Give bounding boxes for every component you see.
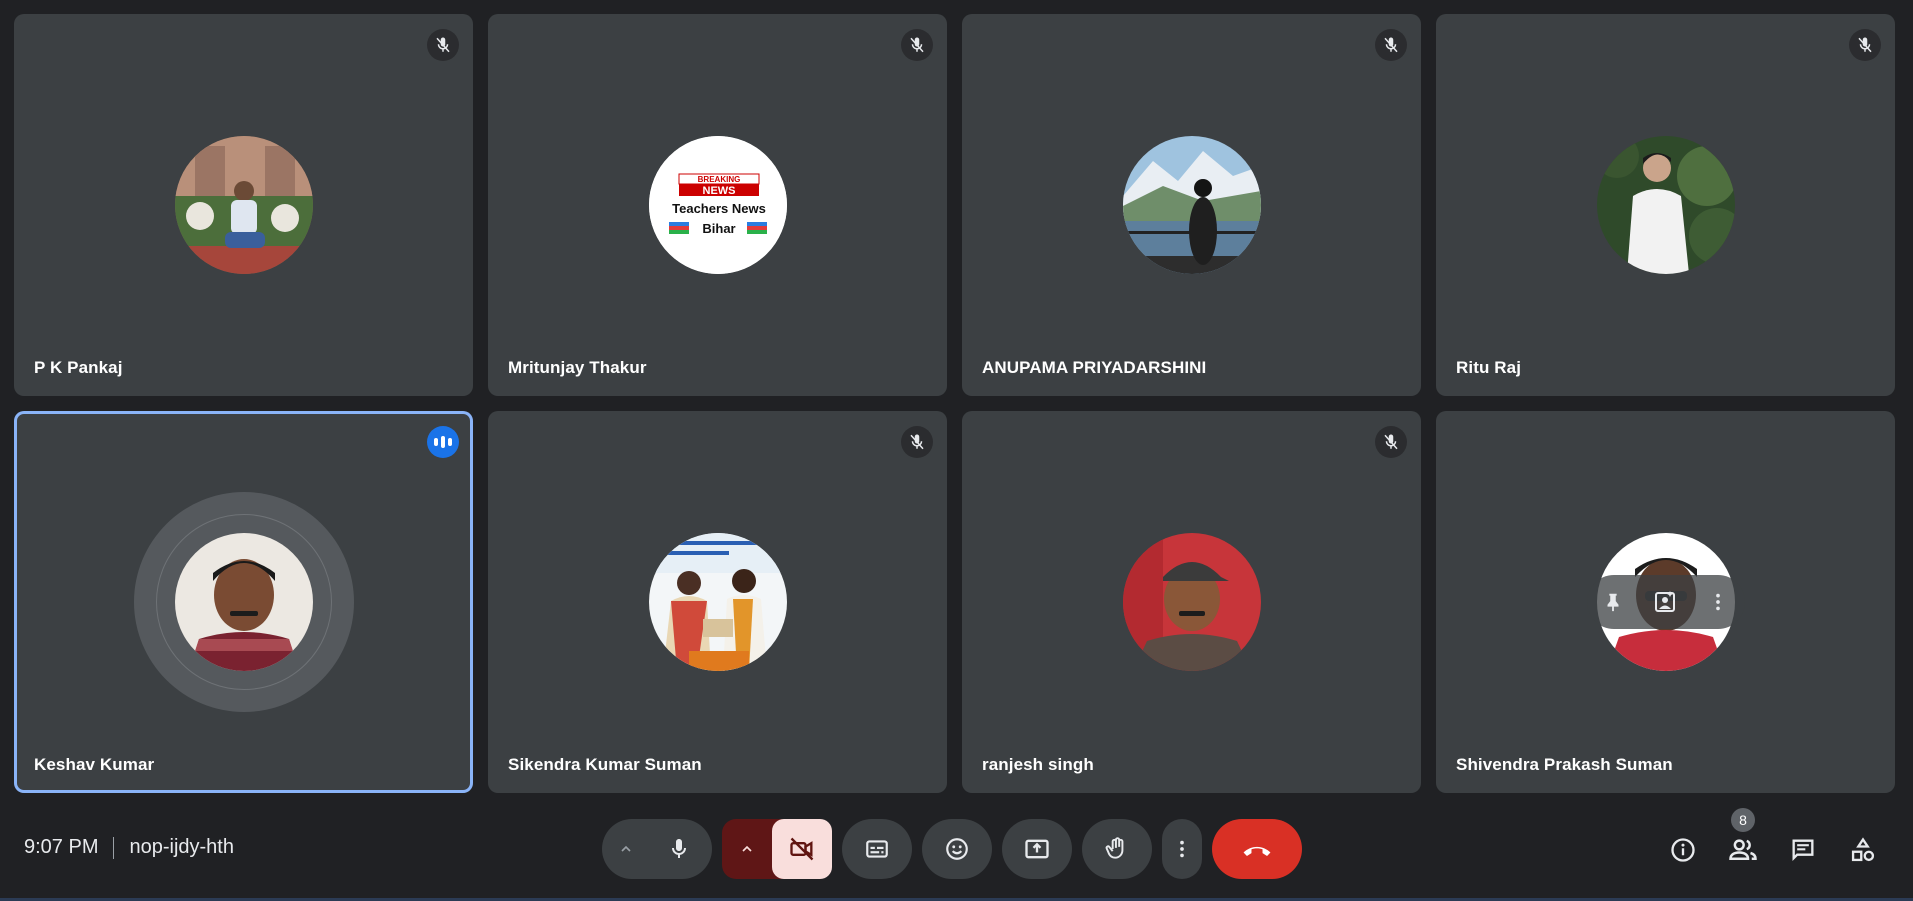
mic-off-icon bbox=[1375, 426, 1407, 458]
avatar-photo bbox=[174, 136, 313, 274]
raise-hand-button[interactable] bbox=[1082, 819, 1152, 879]
participant-name: Keshav Kumar bbox=[34, 755, 155, 774]
participant-tile[interactable]: BREAKING NEWS Teachers News Bihar Mritun… bbox=[488, 14, 947, 396]
avatar bbox=[1122, 533, 1261, 671]
mic-off-icon bbox=[1849, 29, 1881, 61]
participant-name: ANUPAMA PRIYADARSHINI bbox=[982, 358, 1207, 377]
avatar bbox=[1122, 136, 1261, 274]
camera-off-button[interactable] bbox=[772, 819, 832, 879]
chevron-up-icon bbox=[621, 845, 631, 852]
mic-off-icon bbox=[1375, 29, 1407, 61]
mic-off-icon bbox=[901, 426, 933, 458]
tile-hover-actions bbox=[1586, 575, 1745, 629]
chat-icon bbox=[1792, 839, 1814, 861]
meeting-time: 9:07 PM bbox=[24, 836, 99, 858]
side-panel-buttons: 8 bbox=[1653, 808, 1893, 872]
avatar bbox=[1596, 136, 1735, 274]
avatar-photo bbox=[174, 533, 313, 671]
participant-name: ranjesh singh bbox=[982, 755, 1094, 774]
avatar bbox=[133, 492, 354, 712]
captions-icon bbox=[866, 840, 888, 858]
people-icon bbox=[1729, 839, 1757, 860]
participant-tile[interactable]: Shivendra Prakash Suman bbox=[1436, 411, 1895, 793]
people-button[interactable]: 8 bbox=[1713, 808, 1773, 872]
participant-tile-speaking[interactable]: Keshav Kumar bbox=[14, 411, 473, 793]
avatar-logo: BREAKING NEWS Teachers News Bihar bbox=[648, 136, 787, 274]
participant-tile[interactable]: Ritu Raj bbox=[1436, 14, 1895, 396]
participant-name: P K Pankaj bbox=[34, 358, 123, 377]
audio-options-button[interactable] bbox=[602, 841, 650, 857]
participant-count-badge: 8 bbox=[1731, 808, 1755, 832]
end-call-icon bbox=[1243, 846, 1271, 856]
send-reaction-button[interactable] bbox=[922, 819, 992, 879]
participant-name: Shivendra Prakash Suman bbox=[1456, 755, 1673, 774]
speaking-ring-inner bbox=[155, 514, 332, 690]
leave-call-button[interactable] bbox=[1212, 819, 1302, 879]
present-icon bbox=[1025, 839, 1049, 859]
mic-control bbox=[602, 819, 712, 879]
emoji-icon bbox=[946, 838, 968, 860]
more-options-icon[interactable] bbox=[1698, 582, 1738, 622]
speaking-indicator-icon bbox=[427, 426, 459, 458]
participant-name: Mritunjay Thakur bbox=[508, 358, 647, 377]
participant-tile[interactable]: ranjesh singh bbox=[962, 411, 1421, 793]
avatar-photo bbox=[1596, 136, 1735, 274]
microphone-button[interactable] bbox=[650, 820, 708, 878]
activities-button[interactable] bbox=[1833, 828, 1893, 872]
present-now-button[interactable] bbox=[1002, 819, 1072, 879]
avatar-photo bbox=[1122, 136, 1261, 274]
chevron-up-icon bbox=[742, 845, 752, 852]
meeting-code[interactable]: nop-ijdy-hth bbox=[129, 836, 234, 859]
video-options-button[interactable] bbox=[722, 841, 772, 857]
divider bbox=[113, 836, 115, 859]
avatar-photo bbox=[648, 533, 787, 671]
participant-name: Ritu Raj bbox=[1456, 358, 1522, 377]
logo-line-4: Bihar bbox=[702, 221, 735, 236]
camera-off-icon bbox=[790, 837, 814, 861]
camera-control bbox=[722, 819, 832, 879]
frame-participant-icon[interactable] bbox=[1645, 582, 1685, 622]
meeting-details-button[interactable] bbox=[1653, 828, 1713, 872]
captions-button[interactable] bbox=[842, 819, 912, 879]
speaking-ring bbox=[133, 492, 354, 712]
raise-hand-icon bbox=[1105, 837, 1124, 859]
participant-grid: P K Pankaj BREAKING NEWS Teachers News B… bbox=[14, 14, 1895, 793]
avatar-photo bbox=[1122, 533, 1261, 671]
more-options-button[interactable] bbox=[1162, 819, 1202, 879]
call-controls bbox=[602, 819, 1302, 879]
meeting-info: 9:07 PM nop-ijdy-hth bbox=[24, 836, 234, 859]
participant-tile[interactable]: Sikendra Kumar Suman bbox=[488, 411, 947, 793]
more-vert-icon bbox=[1180, 840, 1184, 858]
pin-icon[interactable] bbox=[1593, 582, 1633, 622]
mic-off-icon bbox=[427, 29, 459, 61]
avatar: BREAKING NEWS Teachers News Bihar bbox=[648, 136, 787, 274]
logo-line-2: NEWS bbox=[702, 185, 735, 197]
logo-line-3: Teachers News bbox=[672, 201, 766, 216]
participant-tile[interactable]: P K Pankaj bbox=[14, 14, 473, 396]
microphone-icon bbox=[672, 839, 686, 858]
avatar bbox=[648, 533, 787, 671]
mic-off-icon bbox=[901, 29, 933, 61]
participant-tile[interactable]: ANUPAMA PRIYADARSHINI bbox=[962, 14, 1421, 396]
logo-line-1: BREAKING bbox=[697, 175, 740, 184]
avatar bbox=[174, 136, 313, 274]
activities-icon bbox=[1851, 837, 1875, 862]
participant-name: Sikendra Kumar Suman bbox=[508, 755, 702, 774]
chat-button[interactable] bbox=[1773, 828, 1833, 872]
info-icon bbox=[1671, 838, 1695, 862]
